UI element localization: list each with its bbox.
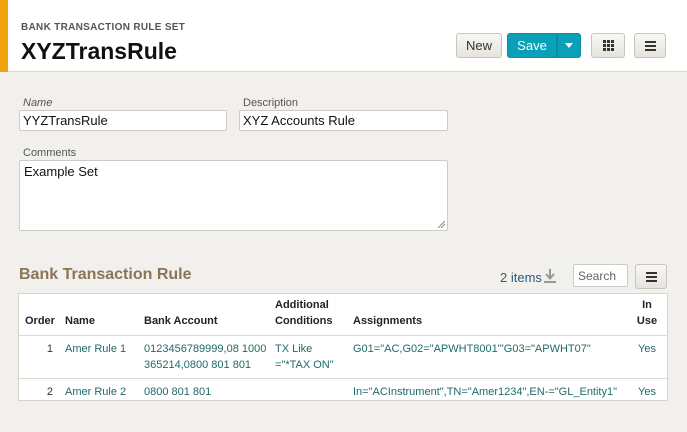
- accent-bar: [0, 0, 8, 72]
- row-bank-account: 0123456789999,08 1000 365214,0800 801 80…: [140, 335, 271, 379]
- row-assignments: In="ACInstrument",TN="Amer1234",EN-="GL_…: [353, 385, 618, 398]
- page-header: BANK TRANSACTION RULE SET XYZTransRule N…: [0, 0, 687, 72]
- row-conditions: TX Like ="*TAX ON": [271, 335, 349, 379]
- hamburger-menu-icon: [644, 40, 656, 51]
- row-order: 2: [46, 385, 53, 398]
- section-title: Bank Transaction Rule: [19, 266, 192, 283]
- bank-account-line1: 0123456789999,08 1000: [144, 342, 267, 355]
- comments-field[interactable]: Example Set: [19, 160, 448, 231]
- row-conditions: [271, 378, 349, 405]
- row-name-link[interactable]: Amer Rule 2: [61, 378, 140, 405]
- rule-table: Order Name Bank Account Additional Condi…: [18, 293, 668, 401]
- resize-grip-icon[interactable]: [437, 220, 445, 228]
- row-assignments: G01="AC,G02="APWHT8001"'G03="APWHT07": [349, 335, 627, 379]
- col-name[interactable]: Name: [61, 294, 140, 336]
- table-header-row: Order Name Bank Account Additional Condi…: [19, 294, 667, 336]
- row-bank-account: 0800 801 801: [144, 385, 212, 398]
- row-in-use: Yes: [627, 335, 667, 379]
- comments-text: Example Set: [24, 164, 98, 179]
- col-bank-account[interactable]: Bank Account: [140, 294, 271, 336]
- hamburger-menu-icon: [645, 271, 657, 282]
- header-menu-button[interactable]: [634, 33, 666, 58]
- layout-button[interactable]: [591, 33, 625, 58]
- row-name-link[interactable]: Amer Rule 1: [61, 335, 140, 379]
- col-additional-conditions-line2: Conditions: [275, 314, 333, 327]
- col-order[interactable]: Order: [19, 294, 61, 336]
- table-row[interactable]: 1 Amer Rule 1 0123456789999,08 1000 3652…: [19, 335, 667, 379]
- table-menu-button[interactable]: [635, 264, 667, 289]
- col-in-use[interactable]: In Use: [627, 294, 667, 336]
- name-label: Name: [23, 97, 53, 109]
- description-label: Description: [243, 97, 299, 109]
- col-additional-conditions-line1: Additional: [275, 298, 329, 311]
- save-dropdown-button[interactable]: [557, 33, 581, 58]
- bank-account-line2: 365214,0800 801 801: [144, 358, 252, 371]
- page-title: XYZTransRule: [21, 38, 177, 64]
- name-field[interactable]: [19, 110, 227, 131]
- grid-icon: [602, 40, 614, 51]
- chevron-down-icon: [565, 43, 573, 48]
- conditions-line2: ="*TAX ON": [275, 358, 334, 371]
- table-row[interactable]: 2 Amer Rule 2 0800 801 801 In="ACInstrum…: [19, 378, 667, 405]
- row-in-use: Yes: [638, 385, 656, 398]
- row-order: 1: [19, 335, 61, 379]
- page-subtitle: BANK TRANSACTION RULE SET: [21, 22, 186, 33]
- conditions-line1: TX Like: [275, 342, 313, 355]
- new-button[interactable]: New: [456, 33, 502, 58]
- description-field[interactable]: [239, 110, 448, 131]
- save-button[interactable]: Save: [507, 33, 557, 58]
- items-count: 2 items: [500, 270, 542, 285]
- col-assignments[interactable]: Assignments: [349, 294, 627, 336]
- search-input[interactable]: [573, 264, 628, 287]
- comments-label: Comments: [23, 147, 77, 159]
- col-additional-conditions[interactable]: Additional Conditions: [271, 294, 349, 336]
- download-icon[interactable]: [543, 268, 557, 284]
